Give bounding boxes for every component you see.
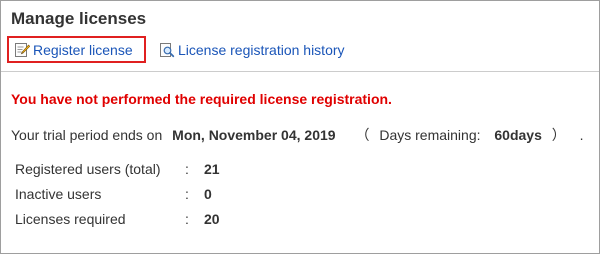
stat-value: 20 — [204, 211, 220, 227]
trial-prefix: Your trial period ends on — [11, 127, 163, 143]
divider — [1, 71, 599, 72]
license-warning-message: You have not performed the required lice… — [11, 91, 392, 107]
open-paren: （ — [355, 127, 370, 143]
register-license-label[interactable]: Register license — [33, 42, 133, 58]
stat-colon: : — [185, 161, 189, 177]
stat-value: 0 — [204, 186, 212, 202]
stat-label: Registered users (total) — [15, 161, 161, 177]
stat-colon: : — [185, 211, 189, 227]
license-panel: Manage licenses Register license License… — [0, 0, 600, 254]
register-license-button[interactable]: Register license — [7, 36, 146, 63]
days-remaining-label: Days remaining: — [379, 127, 481, 143]
trial-period-end: . — [579, 127, 584, 143]
stat-colon: : — [185, 186, 189, 202]
license-registration-history-label[interactable]: License registration history — [178, 42, 345, 58]
magnifier-document-icon — [159, 42, 175, 58]
trial-period-info: Your trial period ends on Mon, November … — [11, 125, 584, 145]
stat-label: Licenses required — [15, 211, 126, 227]
edit-document-icon — [14, 42, 31, 58]
stat-value: 21 — [204, 161, 220, 177]
trial-end-date: Mon, November 04, 2019 — [172, 127, 336, 143]
license-registration-history-link[interactable]: License registration history — [159, 36, 345, 63]
days-remaining-value: 60days — [494, 127, 542, 143]
page-title: Manage licenses — [11, 9, 147, 28]
toolbar: Register license License registration hi… — [7, 36, 597, 66]
stat-label: Inactive users — [15, 186, 102, 202]
close-paren: ） — [551, 127, 566, 143]
